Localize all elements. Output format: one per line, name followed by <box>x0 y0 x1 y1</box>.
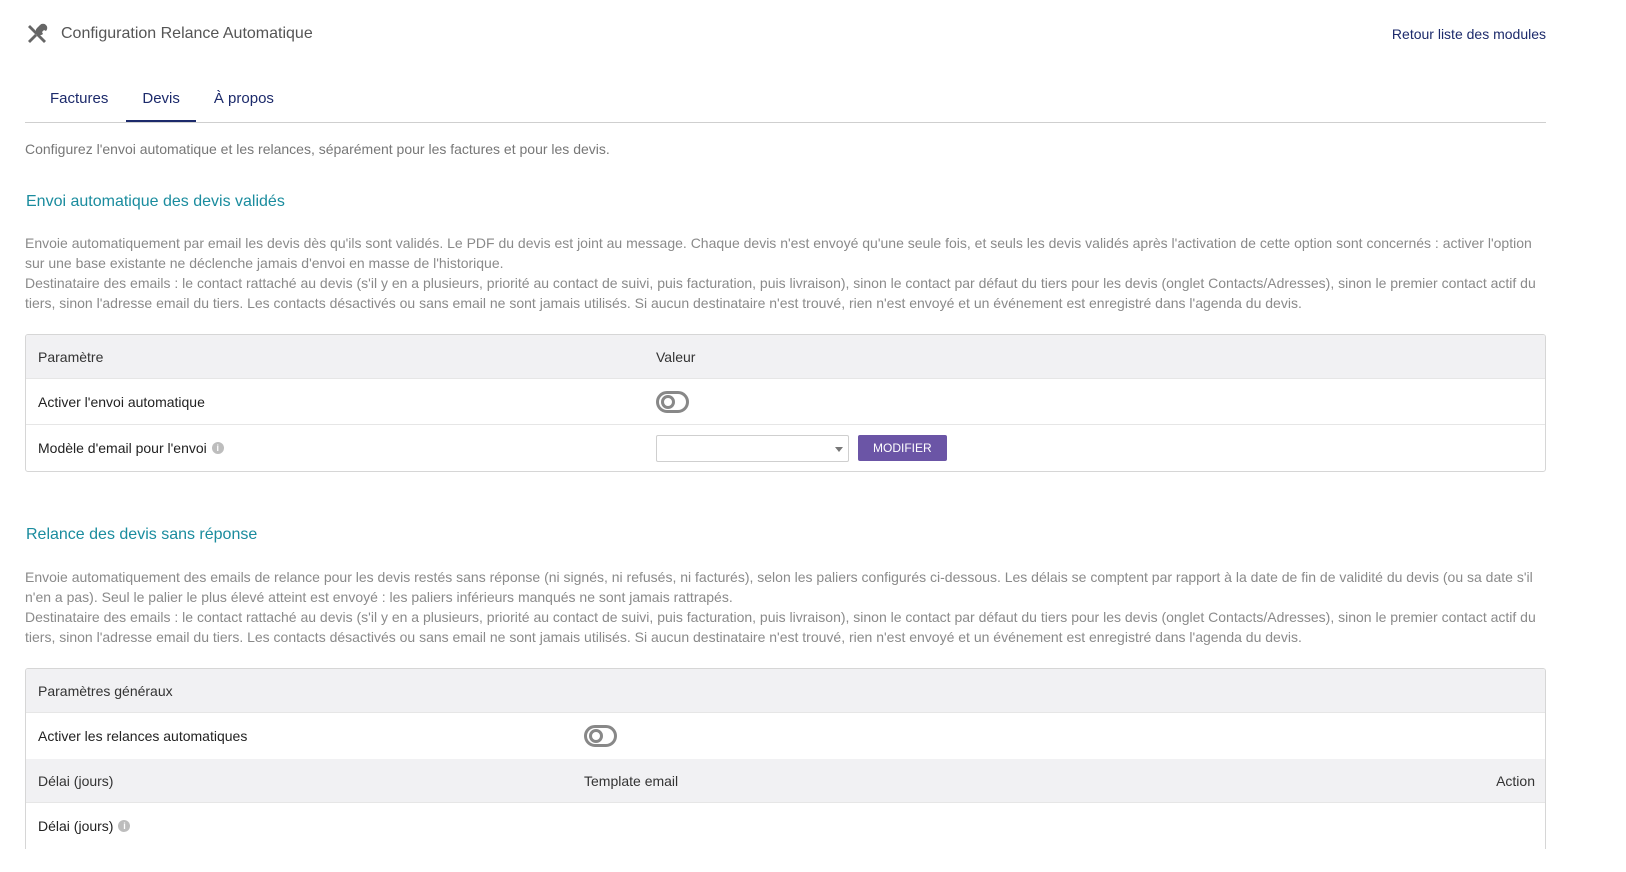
col-value-header: Valeur <box>656 348 696 365</box>
general-params-label: Paramètres généraux <box>38 682 173 699</box>
tools-icon <box>25 22 49 46</box>
enable-reminders-label: Activer les relances automatiques <box>38 728 248 744</box>
tab-factures[interactable]: Factures <box>25 80 126 122</box>
email-template-label: Modèle d'email pour l'envoi <box>38 440 207 456</box>
table-row: Activer l'envoi automatique <box>26 379 1545 425</box>
modify-template-button[interactable]: MODIFIER <box>858 435 947 461</box>
info-icon: i <box>211 442 224 454</box>
reminders-desc-1: Envoie automatiquement des emails de rel… <box>25 569 1533 605</box>
table-row: Délai (jours) i <box>26 803 1545 849</box>
tab-bar: Factures Devis À propos <box>25 80 1546 123</box>
page-header: Configuration Relance Automatique Retour… <box>25 22 1546 52</box>
tab-a-propos[interactable]: À propos <box>196 80 290 122</box>
info-icon: i <box>118 820 131 832</box>
chevron-down-icon <box>835 446 843 452</box>
enable-auto-send-label: Activer l'envoi automatique <box>38 393 205 410</box>
table-header: Paramètre Valeur <box>26 335 1545 379</box>
reminders-description: Envoie automatiquement des emails de rel… <box>25 567 1546 647</box>
reminders-title: Relance des devis sans réponse <box>26 526 258 543</box>
tab-devis[interactable]: Devis <box>126 80 196 122</box>
col-delay-header: Délai (jours) <box>38 772 114 789</box>
auto-send-desc-1: Envoie automatiquement par email les dev… <box>25 235 1532 271</box>
auto-send-title: Envoi automatique des devis validés <box>26 193 285 210</box>
tiers-header: Délai (jours) Template email Action <box>26 759 1545 803</box>
general-params-header: Paramètres généraux <box>26 669 1545 713</box>
enable-auto-send-toggle[interactable] <box>656 390 689 413</box>
enable-reminders-toggle[interactable] <box>584 725 617 747</box>
page-title: Configuration Relance Automatique <box>61 25 313 42</box>
col-action-header: Action <box>1496 772 1535 789</box>
back-to-modules-link[interactable]: Retour liste des modules <box>1392 26 1546 42</box>
auto-send-table: Paramètre Valeur Activer l'envoi automat… <box>25 334 1546 472</box>
table-row: Modèle d'email pour l'envoi i MODIFIER <box>26 425 1545 471</box>
table-row: Activer les relances automatiques <box>26 713 1545 759</box>
reminders-table: Paramètres généraux Activer les relances… <box>25 668 1546 849</box>
col-template-header: Template email <box>584 772 679 789</box>
intro-text: Configurez l'envoi automatique et les re… <box>25 141 610 157</box>
delay-row-label: Délai (jours) <box>38 818 114 834</box>
email-template-select[interactable] <box>656 434 849 462</box>
auto-send-description: Envoie automatiquement par email les dev… <box>25 233 1546 313</box>
col-param-header: Paramètre <box>38 348 104 365</box>
auto-send-desc-2: Destinataire des emails : le contact rat… <box>25 275 1536 311</box>
title-wrap: Configuration Relance Automatique <box>25 22 313 46</box>
reminders-desc-2: Destinataire des emails : le contact rat… <box>25 609 1536 645</box>
